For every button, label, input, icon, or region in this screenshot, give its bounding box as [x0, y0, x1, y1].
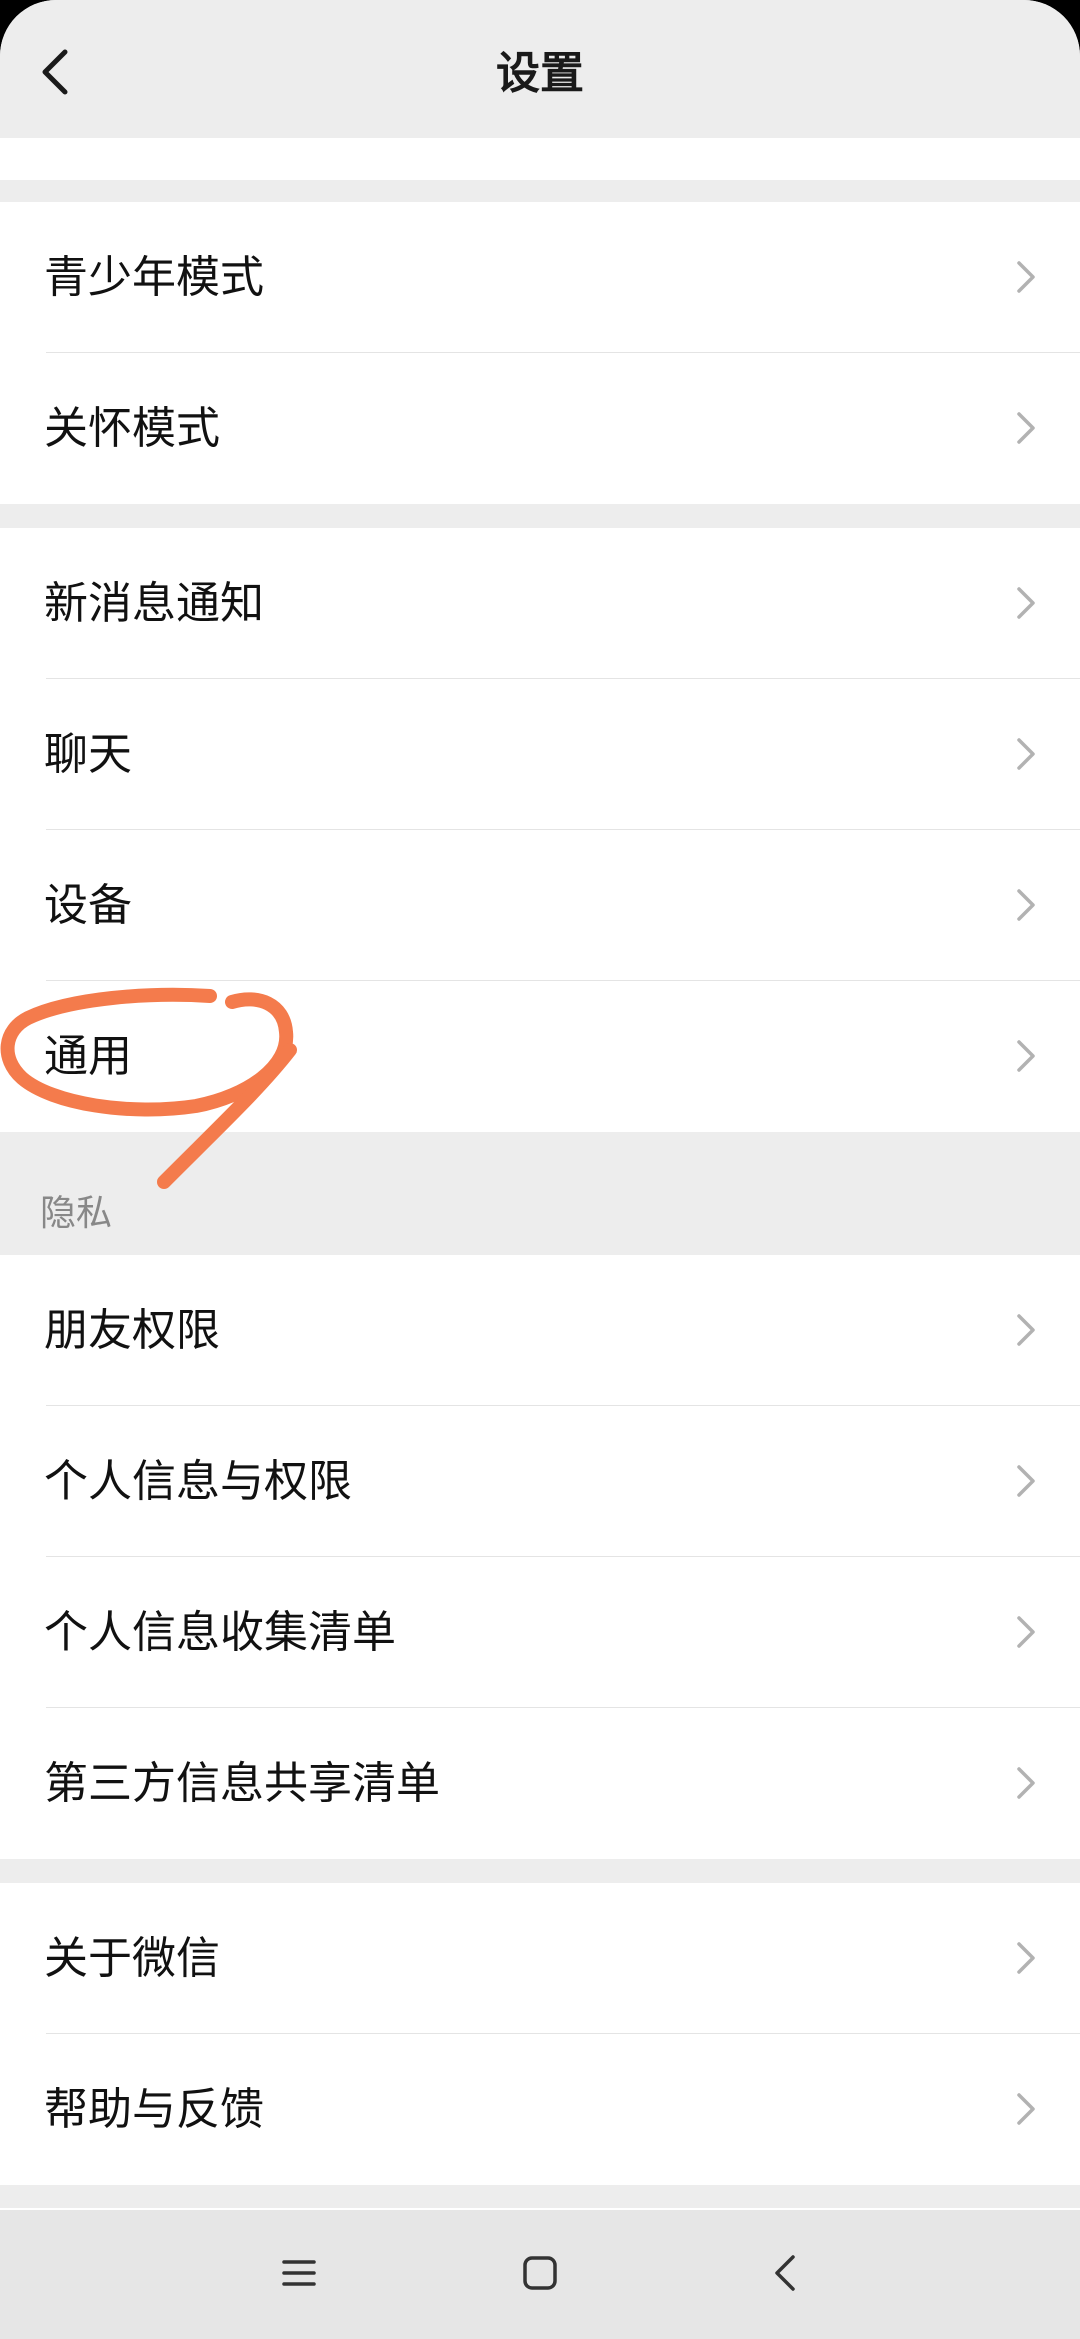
- settings-item-third-party-sharing-list[interactable]: 第三方信息共享清单: [0, 1708, 1080, 1859]
- home-icon: [523, 2256, 557, 2290]
- settings-item-label: 第三方信息共享清单: [44, 1758, 440, 1809]
- settings-screen: 设置 青少年模式 关怀模式 新消息通知 聊天 设备 通用 隐私 朋友权限 个人信…: [0, 0, 1080, 2339]
- app-header: 设置: [0, 0, 1080, 138]
- settings-item-label: 关怀模式: [44, 403, 220, 454]
- menu-button[interactable]: [259, 2238, 339, 2308]
- chevron-right-icon: [1017, 738, 1035, 770]
- settings-item-chat[interactable]: 聊天: [0, 679, 1080, 830]
- chevron-right-icon: [1017, 1767, 1035, 1799]
- nav-back-button[interactable]: [745, 2238, 825, 2308]
- settings-item-label: 青少年模式: [44, 252, 264, 303]
- settings-item-label: 设备: [44, 880, 132, 931]
- settings-item-care-mode[interactable]: 关怀模式: [0, 353, 1080, 504]
- chevron-right-icon: [1017, 1040, 1035, 1072]
- home-button[interactable]: [500, 2238, 580, 2308]
- chevron-right-icon: [1017, 261, 1035, 293]
- section-title-privacy: 隐私: [40, 1193, 113, 1234]
- settings-item-label: 通用: [44, 1031, 132, 1082]
- settings-item-label: 个人信息与权限: [44, 1456, 352, 1507]
- settings-item-friend-permissions[interactable]: 朋友权限: [0, 1255, 1080, 1406]
- settings-group-modes: 青少年模式 关怀模式: [0, 202, 1080, 504]
- chevron-right-icon: [1017, 587, 1035, 619]
- chevron-right-icon: [1017, 1465, 1035, 1497]
- back-icon: [775, 2255, 795, 2291]
- settings-item-label: 帮助与反馈: [44, 2084, 264, 2135]
- page-title: 设置: [496, 48, 584, 99]
- settings-item-info-collection-list[interactable]: 个人信息收集清单: [0, 1557, 1080, 1708]
- settings-item-label: 个人信息收集清单: [44, 1607, 396, 1658]
- settings-group-about: 关于微信 帮助与反馈: [0, 1883, 1080, 2185]
- settings-item-about-wechat[interactable]: 关于微信: [0, 1883, 1080, 2034]
- chevron-right-icon: [1017, 1314, 1035, 1346]
- settings-item-help-feedback[interactable]: 帮助与反馈: [0, 2034, 1080, 2185]
- settings-item-general[interactable]: 通用: [0, 981, 1080, 1132]
- settings-item-label: 朋友权限: [44, 1305, 220, 1356]
- menu-icon: [282, 2260, 316, 2286]
- settings-item-teen-mode[interactable]: 青少年模式: [0, 202, 1080, 353]
- settings-group-privacy: 朋友权限 个人信息与权限 个人信息收集清单 第三方信息共享清单: [0, 1255, 1080, 1859]
- chevron-right-icon: [1017, 1942, 1035, 1974]
- settings-item-label: 关于微信: [44, 1933, 220, 1984]
- settings-item-label: 聊天: [44, 729, 132, 780]
- chevron-right-icon: [1017, 1616, 1035, 1648]
- settings-item-personal-info-permissions[interactable]: 个人信息与权限: [0, 1406, 1080, 1557]
- settings-item-label: 新消息通知: [44, 578, 264, 629]
- chevron-right-icon: [1017, 889, 1035, 921]
- chevron-right-icon: [1017, 2093, 1035, 2125]
- settings-item-devices[interactable]: 设备: [0, 830, 1080, 981]
- system-nav-bar: [0, 2210, 1080, 2339]
- scrolled-group-edge: [0, 138, 1080, 180]
- chevron-right-icon: [1017, 412, 1035, 444]
- settings-group-general: 新消息通知 聊天 设备 通用: [0, 528, 1080, 1132]
- settings-item-notifications[interactable]: 新消息通知: [0, 528, 1080, 679]
